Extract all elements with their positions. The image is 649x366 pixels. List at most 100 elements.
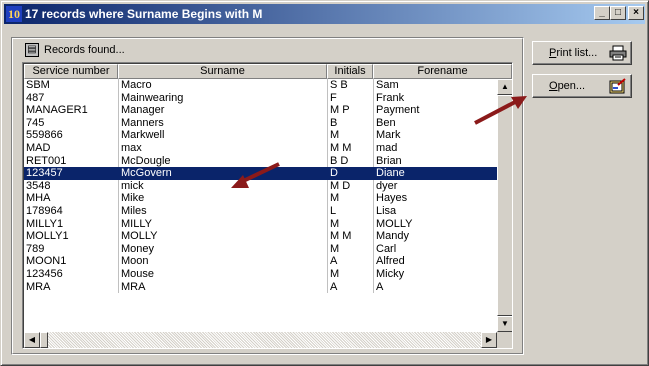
table-cell: M M [327, 141, 372, 155]
horizontal-scrollbar[interactable]: ◀ ▶ [24, 332, 497, 348]
table-cell: 487 [26, 91, 45, 104]
table-cell: Manager [118, 104, 326, 117]
maximize-button[interactable]: □ [610, 6, 626, 20]
table-cell: mick [118, 179, 326, 193]
table-cell: M M [327, 230, 372, 243]
table-cell: RET001 [26, 154, 67, 167]
table-row[interactable]: 745 Manners B Ben [24, 116, 497, 130]
table-row[interactable]: 178964 Miles L Lisa [24, 204, 497, 218]
table-cell: Manners [118, 116, 326, 130]
app-icon: 10 [6, 6, 22, 22]
minimize-button[interactable]: _ [594, 6, 610, 20]
table-cell: MAD [26, 141, 51, 154]
table-cell: 123457 [26, 167, 63, 180]
table-cell: MANAGER1 [26, 104, 88, 117]
table-cell: D [327, 167, 372, 180]
column-forename[interactable]: Forename [373, 64, 512, 79]
horizontal-scroll-thumb[interactable] [40, 332, 48, 348]
table-cell: MOLLY [118, 230, 326, 243]
table-cell: MILLY1 [26, 217, 64, 230]
table-row[interactable]: 3548 mick M Ddyer [24, 179, 497, 193]
scroll-down-button[interactable]: ▼ [497, 316, 512, 332]
table-cell: Mandy [373, 230, 497, 243]
table-cell: Ben [373, 116, 497, 130]
table-row[interactable]: 487 Mainwearing F Frank [24, 91, 497, 105]
table-cell: Markwell [118, 129, 326, 142]
column-initials[interactable]: Initials [327, 64, 373, 79]
table-row-selected[interactable]: 123457 McGovern D Diane [24, 167, 497, 180]
table-cell: SBM [26, 79, 50, 91]
table-cell: B [327, 116, 372, 130]
table-row[interactable]: 123456 Mouse M Micky [24, 267, 497, 281]
table-cell: MRA [26, 280, 51, 293]
table-row[interactable]: 789 Money M Carl [24, 242, 497, 256]
table-row[interactable]: MILLY1 MILLY M MOLLY [24, 217, 497, 231]
table-cell: Frank [373, 91, 497, 105]
table-cell: Mark [373, 129, 497, 142]
vertical-scrollbar[interactable]: ▲ ▼ [497, 79, 512, 332]
table-row[interactable]: MRA MRA A A [24, 280, 497, 294]
table-cell: 3548 [26, 179, 51, 192]
table-body: SBM Macro S B Sam 487 Mainwearing F Frank MANAGE… [24, 79, 497, 331]
table-cell: M [327, 192, 372, 205]
app-window: 10 17 records where Surname Begins with … [0, 0, 649, 366]
table-cell: Miles [118, 204, 326, 218]
table-cell: Diane [373, 167, 497, 180]
table-cell: McGovern [118, 167, 326, 180]
table-cell: M P [327, 104, 372, 117]
records-panel: ▤ Records found... Service number Surnam… [11, 37, 524, 355]
table-cell: MRA [118, 280, 326, 294]
table-cell: Moon [118, 255, 326, 268]
table-cell: Mouse [118, 267, 326, 281]
table-cell: Hayes [373, 192, 497, 205]
print-list-button[interactable]: Print list... [532, 41, 632, 65]
records-icon: ▤ [25, 43, 39, 57]
table-cell: MOLLY1 [26, 230, 69, 243]
table-cell: 789 [26, 242, 45, 255]
table-row[interactable]: MHA Mike M Hayes [24, 192, 497, 205]
table-cell: mad [373, 141, 497, 155]
table-cell: F [327, 91, 372, 105]
table-cell: B D [327, 154, 372, 168]
open-button[interactable]: Open... [532, 74, 632, 98]
table-row[interactable]: SBM Macro S B Sam [24, 79, 497, 92]
table-cell: Carl [373, 242, 497, 256]
table-cell: A [327, 280, 372, 294]
column-surname[interactable]: Surname [118, 64, 327, 79]
table-row[interactable]: MOON1 Moon A Alfred [24, 255, 497, 268]
table-cell: McDougle [118, 154, 326, 168]
table-cell: A [373, 280, 497, 294]
table-cell: Money [118, 242, 326, 256]
table-row[interactable]: 559866 Markwell M Mark [24, 129, 497, 142]
scroll-right-button[interactable]: ▶ [481, 332, 497, 348]
vertical-scroll-thumb[interactable] [497, 95, 512, 316]
scroll-left-button[interactable]: ◀ [24, 332, 40, 348]
open-record-icon [609, 78, 626, 94]
close-button[interactable]: × [628, 6, 644, 20]
table-cell: MOON1 [26, 255, 67, 268]
table-cell: MILLY [118, 217, 326, 231]
table-cell: M D [327, 179, 372, 193]
records-found-label: Records found... [44, 44, 125, 56]
table-cell: L [327, 204, 372, 218]
table-cell: max [118, 141, 326, 155]
table-cell: Mike [118, 192, 326, 205]
table-row[interactable]: MOLLY1 MOLLY M M Mandy [24, 230, 497, 243]
table-cell: 745 [26, 116, 45, 129]
table-cell: 123456 [26, 267, 63, 280]
table-cell: M [327, 267, 372, 281]
table-cell: S B [327, 79, 372, 92]
table-cell: dyer [373, 179, 497, 193]
table-cell: Micky [373, 267, 497, 281]
title-bar[interactable]: 10 17 records where Surname Begins with … [4, 4, 645, 24]
table-cell: Brian [373, 154, 497, 168]
column-service-number[interactable]: Service number [24, 64, 118, 79]
table-row[interactable]: MAD max M Mmad [24, 141, 497, 155]
scroll-up-button[interactable]: ▲ [497, 79, 512, 95]
table-row[interactable]: RET001 McDougle B D Brian [24, 154, 497, 168]
table-cell: Sam [373, 79, 497, 92]
table-row[interactable]: MANAGER1 Manager M P Payment [24, 104, 497, 117]
window-title: 17 records where Surname Begins with M [25, 7, 263, 21]
records-list[interactable]: Service number Surname Initials Forename… [22, 62, 513, 349]
table-cell: A [327, 255, 372, 268]
